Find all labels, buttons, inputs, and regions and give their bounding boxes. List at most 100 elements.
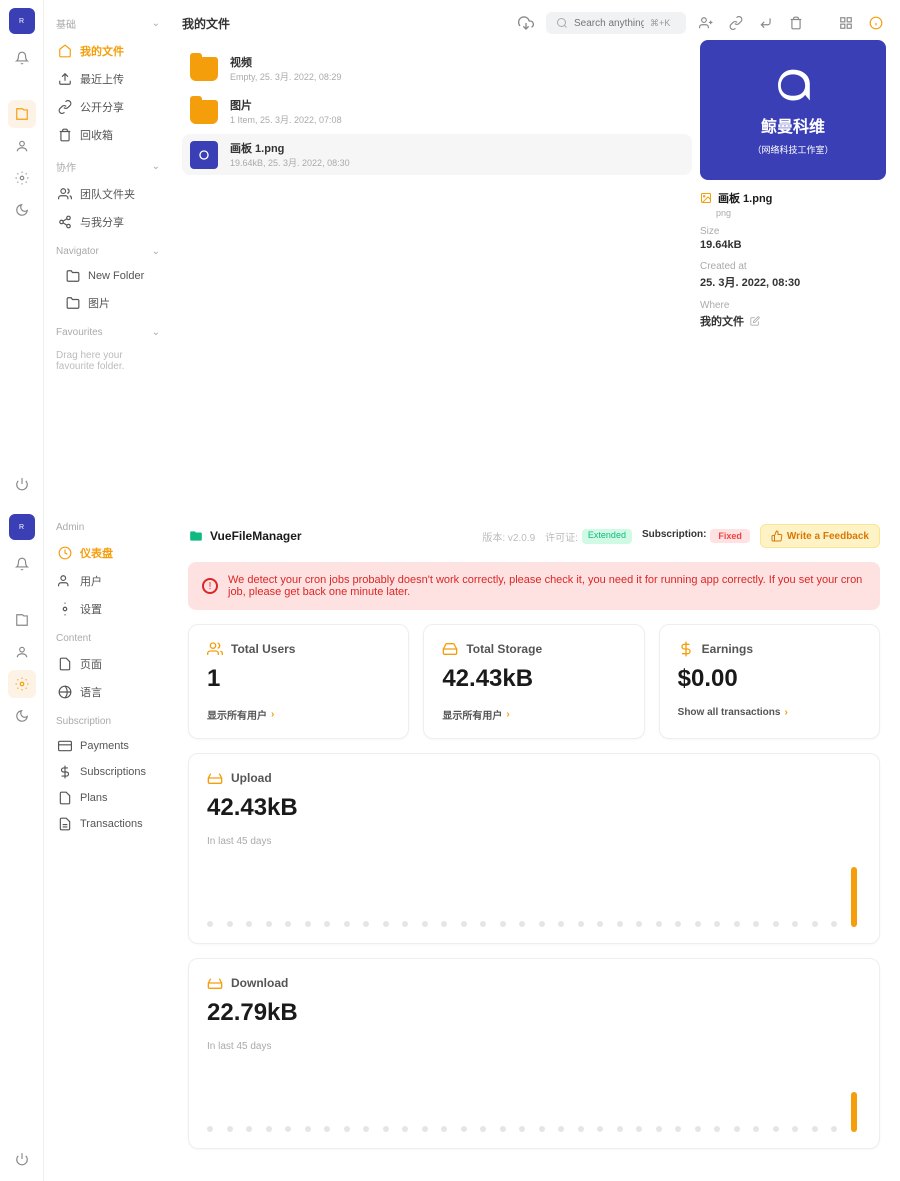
add-user-icon[interactable] — [696, 13, 716, 33]
section-navigator: Navigator⌄ — [56, 246, 160, 257]
nav-recent[interactable]: 最近上传 — [52, 65, 160, 93]
users-link[interactable]: 显示所有用户› — [207, 707, 390, 722]
nav-language[interactable]: 语言 — [52, 678, 160, 706]
chart-bar — [851, 1092, 857, 1132]
theme-icon[interactable] — [8, 702, 36, 730]
detail-where-label: Where — [700, 300, 886, 311]
icon-rail: R — [0, 0, 44, 506]
nav-dashboard[interactable]: 仪表盘 — [52, 539, 160, 567]
power-icon[interactable] — [8, 470, 36, 498]
license-badge: Extended — [582, 529, 632, 544]
nav-pictures[interactable]: 图片 — [52, 289, 160, 317]
files-icon[interactable] — [8, 100, 36, 128]
chart-bar — [851, 867, 857, 927]
chevron-down-icon[interactable]: ⌄ — [152, 18, 160, 29]
card-download: Download 22.79kB In last 45 days — [188, 958, 880, 1149]
power-icon[interactable] — [8, 1145, 36, 1173]
page-title: 我的文件 — [182, 15, 230, 32]
subscription-badge: Fixed — [710, 529, 750, 543]
section-subscription: Subscription — [56, 716, 160, 727]
info-icon[interactable] — [866, 13, 886, 33]
upload-chart — [207, 867, 861, 927]
detail-ext: png — [716, 208, 886, 218]
delete-icon[interactable] — [786, 13, 806, 33]
file-row-folder[interactable]: 视频Empty, 25. 3月. 2022, 08:29 — [182, 48, 692, 89]
earnings-link[interactable]: Show all transactions› — [678, 707, 861, 718]
view-toggle-icon[interactable] — [836, 13, 856, 33]
section-favourites: Favourites⌄ — [56, 327, 160, 338]
search-input[interactable] — [574, 18, 644, 29]
card-total-users: Total Users 1 显示所有用户› — [188, 624, 409, 739]
file-row-image[interactable]: 画板 1.png19.64kB, 25. 3月. 2022, 08:30 — [182, 134, 692, 175]
admin-main: VueFileManager 版本: v2.0.9 许可证:Extended S… — [168, 506, 900, 1181]
favourites-dropzone[interactable]: Drag here your favourite folder. — [52, 344, 160, 378]
license-text: 许可证:Extended — [545, 529, 632, 544]
nav-payments[interactable]: Payments — [52, 733, 160, 759]
theme-icon[interactable] — [8, 196, 36, 224]
storage-icon — [442, 641, 458, 657]
chevron-right-icon: › — [506, 709, 509, 720]
dollar-icon — [678, 641, 694, 657]
chevron-down-icon[interactable]: ⌄ — [152, 161, 160, 172]
warning-banner: ! We detect your cron jobs probably does… — [188, 562, 880, 610]
sidebar: 基础⌄ 我的文件 最近上传 公开分享 回收箱 协作⌄ 团队文件夹 与我分享 Na… — [44, 0, 168, 506]
chevron-right-icon: › — [271, 709, 274, 720]
brand: VueFileManager — [188, 529, 302, 543]
thumbs-up-icon — [771, 530, 783, 542]
settings-icon[interactable] — [8, 670, 36, 698]
profile-icon[interactable] — [8, 638, 36, 666]
card-upload: Upload 42.43kB In last 45 days — [188, 753, 880, 944]
nav-plans[interactable]: Plans — [52, 785, 160, 811]
chevron-down-icon[interactable]: ⌄ — [152, 327, 160, 338]
settings-icon[interactable] — [8, 164, 36, 192]
profile-icon[interactable] — [8, 132, 36, 160]
detail-size-label: Size — [700, 226, 886, 237]
link-icon[interactable] — [726, 13, 746, 33]
download-icon — [207, 975, 223, 991]
detail-panel: 鲸曼科维 （网络科技工作室） 画板 1.png png Size 19.64kB… — [700, 40, 886, 339]
download-cloud-icon[interactable] — [516, 13, 536, 33]
notifications-icon[interactable] — [8, 44, 36, 72]
earnings-value: $0.00 — [678, 665, 861, 693]
upload-value: 42.43kB — [207, 794, 861, 822]
users-icon — [207, 641, 223, 657]
image-icon — [700, 192, 712, 204]
detail-filename: 画板 1.png — [700, 190, 886, 206]
move-icon[interactable] — [756, 13, 776, 33]
users-value: 1 — [207, 665, 390, 693]
chevron-down-icon[interactable]: ⌄ — [152, 246, 160, 257]
section-admin: Admin — [56, 522, 160, 533]
search-box[interactable]: ⌘+K — [546, 12, 686, 34]
nav-users[interactable]: 用户 — [52, 567, 160, 595]
icon-rail: R — [0, 506, 44, 1181]
app-logo[interactable]: R — [9, 8, 35, 34]
nav-settings[interactable]: 设置 — [52, 595, 160, 623]
subscription-text: Subscription:Fixed — [642, 529, 750, 543]
nav-shared[interactable]: 与我分享 — [52, 208, 160, 236]
nav-subscriptions[interactable]: Subscriptions — [52, 759, 160, 785]
nav-public[interactable]: 公开分享 — [52, 93, 160, 121]
nav-trash[interactable]: 回收箱 — [52, 121, 160, 149]
storage-link[interactable]: 显示所有用户› — [442, 707, 625, 722]
file-row-folder[interactable]: 图片1 Item, 25. 3月. 2022, 07:08 — [182, 91, 692, 132]
preview-brand-sub: （网络科技工作室） — [752, 143, 833, 156]
warning-icon: ! — [202, 578, 218, 594]
upload-sub: In last 45 days — [207, 836, 861, 847]
notifications-icon[interactable] — [8, 550, 36, 578]
edit-icon[interactable] — [750, 316, 760, 326]
file-preview: 鲸曼科维 （网络科技工作室） — [700, 40, 886, 180]
app-logo[interactable]: R — [9, 514, 35, 540]
feedback-button[interactable]: Write a Feedback — [760, 524, 880, 548]
nav-new-folder[interactable]: New Folder — [52, 263, 160, 289]
admin-header: VueFileManager 版本: v2.0.9 许可证:Extended S… — [188, 524, 880, 548]
file-list: 视频Empty, 25. 3月. 2022, 08:29 图片1 Item, 2… — [182, 48, 692, 175]
nav-team[interactable]: 团队文件夹 — [52, 180, 160, 208]
nav-transactions[interactable]: Transactions — [52, 811, 160, 837]
download-sub: In last 45 days — [207, 1041, 861, 1052]
nav-my-files[interactable]: 我的文件 — [52, 37, 160, 65]
preview-brand: 鲸曼科维 — [761, 113, 825, 137]
files-icon[interactable] — [8, 606, 36, 634]
section-collab: 协作⌄ — [56, 159, 160, 174]
nav-pages[interactable]: 页面 — [52, 650, 160, 678]
detail-created-label: Created at — [700, 261, 886, 272]
